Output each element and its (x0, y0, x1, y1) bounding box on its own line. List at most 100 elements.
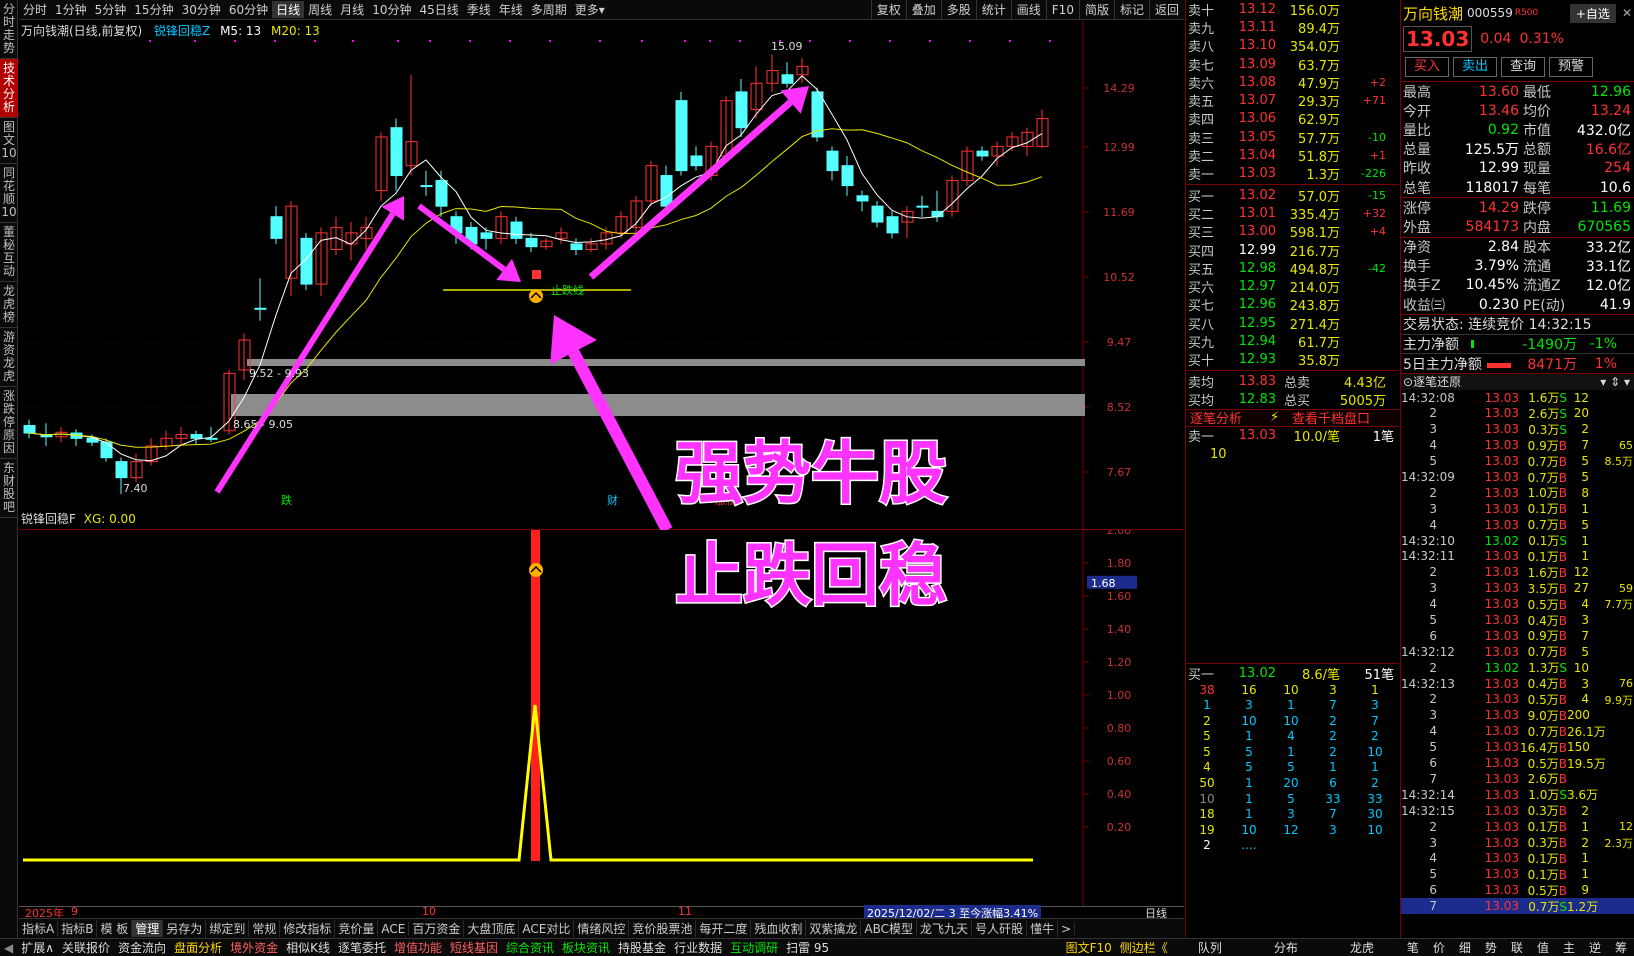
period-tab[interactable]: 更多▾ (571, 1, 609, 18)
panel-tab[interactable]: 图文F10 (1062, 939, 1116, 956)
indicator-tab[interactable]: 竞价量 (335, 920, 379, 937)
sidebar-tab[interactable]: 图文10 (0, 118, 18, 164)
indicator-tab[interactable]: ACE (378, 921, 410, 936)
status-tab[interactable]: 行业数据 (670, 939, 726, 956)
sidebar-tab[interactable]: 分时走势 (0, 0, 18, 59)
indicator-tab[interactable]: 残血收割 (751, 920, 807, 937)
candle[interactable] (886, 216, 899, 234)
candle[interactable] (300, 237, 313, 285)
bid-row[interactable]: 买十 12.93 35.8万 (1186, 351, 1399, 369)
period-tab[interactable]: 多周期 (527, 1, 571, 18)
candle[interactable] (660, 175, 673, 207)
indicator-tab[interactable]: 模 板 (97, 920, 133, 937)
toolbar-button[interactable]: 叠加 (905, 0, 941, 20)
tick-view-tab[interactable]: 联 (1504, 939, 1530, 956)
candle[interactable] (100, 441, 113, 459)
bid-row[interactable]: 买九 12.94 61.7万 (1186, 332, 1399, 351)
indicator-tab[interactable]: 龙飞九天 (917, 920, 973, 937)
collapse-icon[interactable]: ⊙ (1403, 374, 1413, 390)
bid-row[interactable]: 买一 13.02 57.0万 -15 (1186, 186, 1399, 205)
tick-view-tab[interactable]: 筹 (1608, 939, 1634, 956)
indicator-tab[interactable]: 大盘顶底 (464, 920, 520, 937)
trade-button[interactable]: 买入 (1405, 56, 1450, 77)
candle[interactable] (23, 425, 36, 434)
candle[interactable] (916, 205, 929, 208)
period-tab[interactable]: 45日线 (415, 1, 462, 18)
period-tab[interactable]: 月线 (336, 1, 368, 18)
indicator-tab[interactable]: 修改指标 (280, 920, 336, 937)
candle[interactable] (826, 150, 839, 172)
candle[interactable] (871, 205, 884, 223)
toolbar-button[interactable]: 画线 (1010, 0, 1046, 20)
ask-row[interactable]: 卖九 13.11 89.4万 (1186, 18, 1399, 37)
candle[interactable] (841, 165, 854, 187)
status-tab[interactable]: 关联报价 (58, 939, 114, 956)
toolbar-button[interactable]: 复权 (870, 0, 906, 20)
indicator-tab[interactable]: 号人矸股 (972, 920, 1028, 937)
period-tab[interactable]: 15分钟 (130, 1, 177, 18)
candle[interactable] (856, 195, 869, 202)
bid-row[interactable]: 买六 12.97 214.0万 (1186, 277, 1399, 296)
tick-view-tab[interactable]: 逆 (1582, 939, 1608, 956)
sidebar-tab[interactable]: 龙虎榜 (0, 282, 18, 328)
candle[interactable] (525, 237, 538, 248)
period-tab[interactable]: 1分钟 (51, 1, 91, 18)
candle[interactable] (690, 155, 703, 167)
status-tab[interactable]: 综合资讯 (502, 939, 558, 956)
sidebar-tab[interactable]: 游资龙虎 (0, 328, 18, 387)
indicator-tab[interactable]: 情绪风控 (574, 920, 630, 937)
indicator-tab[interactable]: 绑定到 (206, 920, 250, 937)
toolbar-button[interactable]: 统计 (975, 0, 1011, 20)
kline-chart[interactable]: 14.29 12.99 11.69 10.52 9.47 8.52 7.67 15.09 7.4… (19, 20, 1184, 530)
status-tab[interactable]: 境外资金 (226, 939, 282, 956)
toolbar-button[interactable]: F10 (1045, 0, 1079, 20)
candle[interactable] (420, 185, 433, 188)
panel-tab[interactable]: 龙虎 (1324, 939, 1400, 956)
period-tab[interactable]: 60分钟 (225, 1, 272, 18)
sidebar-tab[interactable]: 技术分析 (0, 59, 18, 118)
panel-tab[interactable]: 队列 (1172, 939, 1248, 956)
close-icon[interactable]: ✕ (1622, 6, 1632, 20)
period-tab[interactable]: 日线 (272, 1, 305, 18)
add-favorite-button[interactable]: +自选 (1569, 3, 1616, 23)
toolbar-button[interactable]: 返回 (1148, 0, 1184, 20)
status-tab[interactable]: 逐笔委托 (334, 939, 390, 956)
status-tab[interactable]: 增值功能 (390, 939, 446, 956)
indicator-tab[interactable]: 百万资金 (409, 920, 465, 937)
candle[interactable] (115, 461, 128, 479)
depth-tab[interactable]: 查看千档盘口 (1292, 408, 1370, 427)
indicator-tab[interactable]: 常规 (249, 920, 281, 937)
indicator-tab[interactable]: > (1058, 921, 1076, 936)
ask-row[interactable]: 卖八 13.10 354.0万 (1186, 37, 1399, 55)
sidebar-tab[interactable]: 涨跌停原因 (0, 387, 18, 459)
tick-analysis-tab[interactable]: 逐笔分析 (1186, 408, 1270, 427)
sub-indicator-name[interactable]: 锐锋回稳F (21, 512, 76, 526)
status-tab[interactable]: 互动调研 (726, 939, 782, 956)
indicator-tab[interactable]: 每开二度 (696, 920, 752, 937)
status-tab[interactable]: 板块资讯 (558, 939, 614, 956)
bid-row[interactable]: 买二 13.01 335.4万 +32 (1186, 204, 1399, 223)
tick-view-tab[interactable]: 笔 (1400, 939, 1426, 956)
candle[interactable] (435, 180, 448, 207)
period-tab[interactable]: 10分钟 (368, 1, 415, 18)
toolbar-button[interactable]: 简版 (1078, 0, 1114, 20)
ask-row[interactable]: 卖三 13.05 57.7万 -10 (1186, 128, 1399, 147)
candle[interactable] (735, 91, 748, 129)
candle[interactable] (480, 232, 493, 239)
ask-row[interactable]: 卖十 13.12 156.0万 (1186, 0, 1399, 19)
period-tab[interactable]: 30分钟 (178, 1, 225, 18)
collapse-icon[interactable]: ◀ (0, 941, 17, 955)
indicator-tab[interactable]: 管理 (132, 920, 164, 937)
candle[interactable] (390, 127, 403, 177)
candle[interactable] (190, 434, 203, 439)
indicator-tab[interactable]: ABC模型 (861, 920, 918, 937)
status-tab[interactable]: 相似K线 (282, 939, 334, 956)
candle[interactable] (510, 221, 523, 239)
tick-view-tab[interactable]: 势 (1478, 939, 1504, 956)
trade-button[interactable]: 查询 (1501, 56, 1546, 77)
toolbar-button[interactable]: 标记 (1113, 0, 1149, 20)
period-tab[interactable]: 周线 (304, 1, 336, 18)
candle[interactable] (976, 150, 989, 157)
indicator-tab[interactable]: 双紫擒龙 (806, 920, 862, 937)
panel-tab[interactable]: 分布 (1248, 939, 1324, 956)
